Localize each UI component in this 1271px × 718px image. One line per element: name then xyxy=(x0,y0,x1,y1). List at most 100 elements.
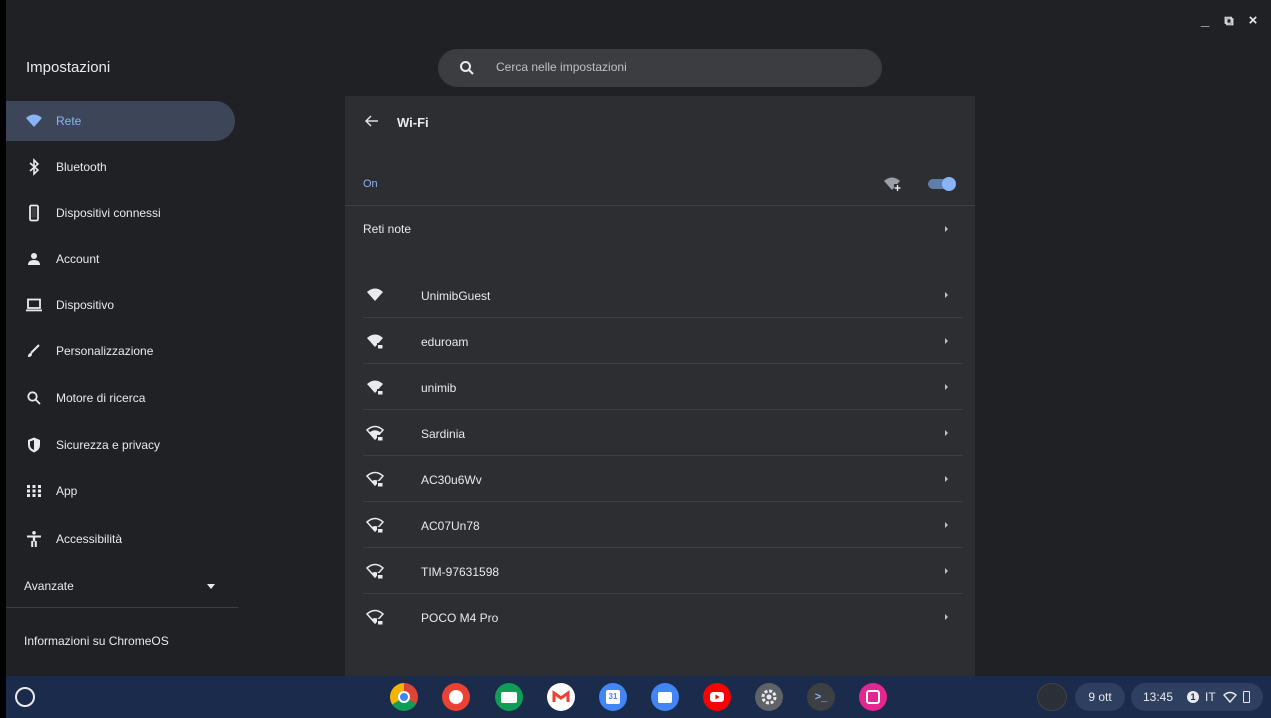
wifi-secured-full-icon xyxy=(367,380,383,395)
terminal-glyph: >_ xyxy=(814,691,828,703)
wifi-state-label: On xyxy=(363,178,378,190)
network-row[interactable]: POCO M4 Pro xyxy=(363,594,963,640)
known-networks-label: Reti note xyxy=(363,222,412,236)
youtube-icon[interactable] xyxy=(703,683,731,711)
wifi-toggle[interactable] xyxy=(928,177,958,191)
sidebar-item-app[interactable]: App xyxy=(6,471,235,511)
network-name: AC07Un78 xyxy=(421,519,480,533)
palette-icon[interactable] xyxy=(442,683,470,711)
apps-grid-icon xyxy=(27,485,41,497)
notification-count: 1 xyxy=(1187,691,1199,703)
wifi-page: Wi-Fi On Reti note UnimibGuest eduroam u… xyxy=(345,96,975,676)
network-row[interactable]: AC30u6Wv xyxy=(363,456,963,502)
network-row[interactable]: unimib xyxy=(363,364,963,410)
network-row[interactable]: TIM-97631598 xyxy=(363,548,963,594)
network-name: POCO M4 Pro xyxy=(421,611,499,625)
chevron-right-icon xyxy=(945,226,948,232)
search-placeholder: Cerca nelle impostazioni xyxy=(496,60,627,74)
chrome-icon[interactable] xyxy=(390,683,418,711)
chevron-right-icon xyxy=(945,522,948,528)
wifi-signal-full-icon xyxy=(367,288,383,301)
sidebar-item-label: Accessibilità xyxy=(56,532,123,546)
sidebar: Rete Bluetooth Dispositivi connessi Acco… xyxy=(6,96,240,676)
sidebar-item-rete[interactable]: Rete xyxy=(6,101,235,141)
wifi-secured-medium-icon xyxy=(366,425,384,441)
gmail-glyph xyxy=(552,690,570,702)
gmail-icon[interactable] xyxy=(547,683,575,711)
launcher-button[interactable] xyxy=(15,687,35,707)
chevron-right-icon xyxy=(945,430,948,436)
sidebar-item-motore-di-ricerca[interactable]: Motore di ricerca xyxy=(6,378,235,418)
sidebar-item-sicurezza-e-privacy[interactable]: Sicurezza e privacy xyxy=(6,425,235,465)
play-glyph xyxy=(710,692,724,702)
wifi-secured-weak-icon xyxy=(366,517,384,533)
date-tray[interactable]: 9 ott xyxy=(1075,683,1125,711)
sidebar-item-bluetooth[interactable]: Bluetooth xyxy=(6,147,235,187)
network-name: TIM-97631598 xyxy=(421,565,500,579)
network-row[interactable]: UnimibGuest xyxy=(363,272,963,318)
sidebar-item-label: Personalizzazione xyxy=(56,344,154,358)
network-name: unimib xyxy=(421,381,457,395)
wifi-secured-weak-icon xyxy=(366,563,384,579)
network-row[interactable]: Sardinia xyxy=(363,410,963,456)
sidebar-item-label: Dispositivo xyxy=(56,298,115,312)
toggle-knob xyxy=(942,177,956,191)
wifi-status-icon xyxy=(1223,691,1237,704)
network-name: UnimibGuest xyxy=(421,289,491,303)
phone-icon xyxy=(29,204,39,222)
back-arrow-icon[interactable] xyxy=(362,111,382,131)
chevron-right-icon xyxy=(945,614,948,620)
sidebar-item-dispositivi-connessi[interactable]: Dispositivi connessi xyxy=(6,193,235,233)
classroom-icon[interactable] xyxy=(495,683,523,711)
chevron-right-icon xyxy=(945,338,948,344)
about-chromeos-link[interactable]: Informazioni su ChromeOS xyxy=(24,634,169,648)
search-icon xyxy=(460,61,474,75)
network-name: AC30u6Wv xyxy=(421,473,482,487)
photos-icon[interactable] xyxy=(859,683,887,711)
restore-button[interactable]: ⧉ xyxy=(1218,10,1240,32)
gear-glyph xyxy=(761,689,777,705)
sidebar-item-label: Bluetooth xyxy=(56,160,107,174)
sidebar-item-label: Rete xyxy=(56,114,82,128)
network-row[interactable]: AC07Un78 xyxy=(363,502,963,548)
calendar-day: 31 xyxy=(606,690,620,704)
minimize-button[interactable]: _ xyxy=(1194,10,1216,32)
network-row[interactable]: eduroam xyxy=(363,318,963,364)
app-title: Impostazioni xyxy=(26,59,111,76)
header: Impostazioni Cerca nelle impostazioni xyxy=(6,44,1271,96)
terminal-icon[interactable]: >_ xyxy=(807,683,835,711)
wifi-icon xyxy=(26,114,42,127)
title-bar: _ ⧉ × xyxy=(6,0,1271,44)
sidebar-item-label: Motore di ricerca xyxy=(56,391,146,405)
advanced-toggle[interactable]: Avanzate xyxy=(6,564,238,608)
battery-icon xyxy=(1243,691,1250,703)
page-header: Wi-Fi xyxy=(345,96,975,148)
accessibility-icon xyxy=(27,531,41,547)
sidebar-item-label: App xyxy=(56,484,78,498)
files-icon[interactable] xyxy=(651,683,679,711)
wifi-secured-weak-icon xyxy=(366,609,384,625)
add-network-icon[interactable] xyxy=(883,175,901,193)
status-tray[interactable]: 13:45 1 IT xyxy=(1131,683,1263,711)
clock-time: 13:45 xyxy=(1143,690,1174,704)
advanced-label: Avanzate xyxy=(24,579,74,593)
sidebar-item-accessibilita[interactable]: Accessibilità xyxy=(6,519,235,559)
wifi-secured-full-icon xyxy=(367,334,383,349)
close-button[interactable]: × xyxy=(1242,10,1264,32)
sidebar-item-label: Account xyxy=(56,252,100,266)
shelf: 31 >_ 9 ott 13:45 1 IT xyxy=(6,676,1271,718)
chevron-right-icon xyxy=(945,568,948,574)
known-networks-row[interactable]: Reti note xyxy=(345,206,975,252)
brush-icon xyxy=(28,344,40,357)
sidebar-item-label: Sicurezza e privacy xyxy=(56,438,161,452)
wifi-toggle-row: On xyxy=(345,162,975,206)
settings-icon[interactable] xyxy=(755,683,783,711)
avatar[interactable] xyxy=(1037,683,1067,711)
page-title: Wi-Fi xyxy=(397,115,429,130)
sidebar-item-personalizzazione[interactable]: Personalizzazione xyxy=(6,331,235,371)
sidebar-item-account[interactable]: Account xyxy=(6,239,235,279)
calendar-icon[interactable]: 31 xyxy=(599,683,627,711)
sidebar-item-dispositivo[interactable]: Dispositivo xyxy=(6,285,235,325)
search-input[interactable]: Cerca nelle impostazioni xyxy=(438,49,882,87)
chevron-right-icon xyxy=(945,292,948,298)
